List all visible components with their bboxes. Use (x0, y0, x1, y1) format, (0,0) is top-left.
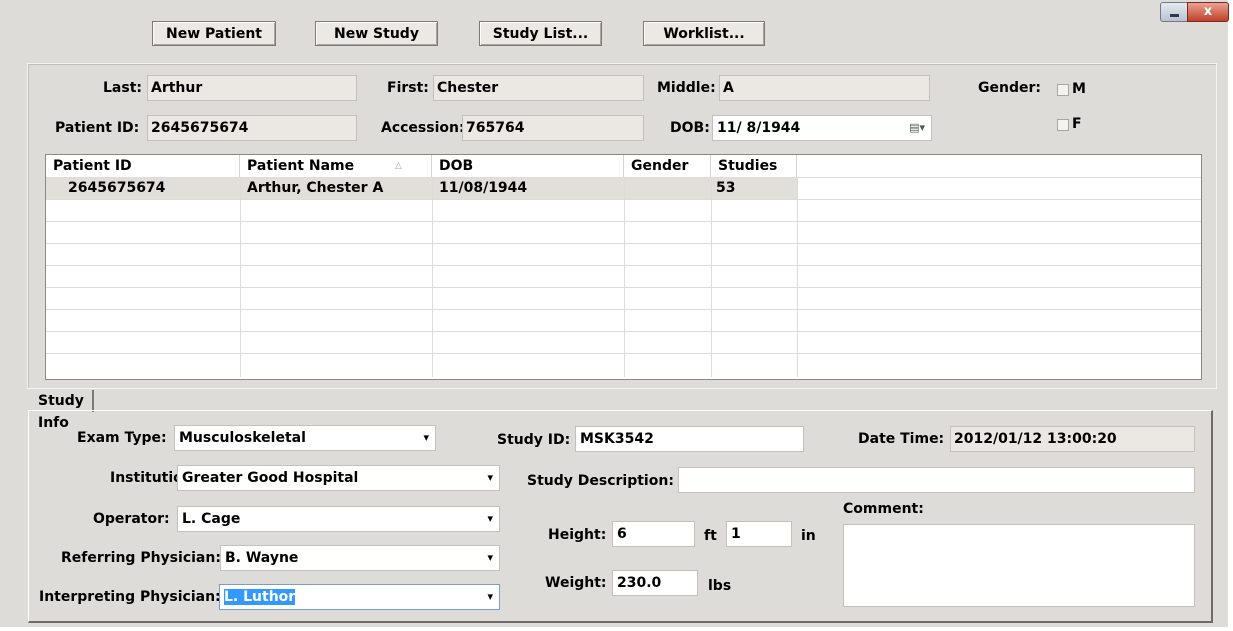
height-ft-field[interactable]: 6 (612, 521, 695, 547)
worklist-button[interactable]: Worklist... (643, 21, 765, 46)
column-divider (711, 177, 712, 377)
minimize-icon[interactable] (1160, 2, 1188, 22)
exam-type-select[interactable]: Musculoskeletal ▾ (174, 425, 436, 451)
chevron-down-icon: ▾ (487, 590, 493, 603)
tab-study-info[interactable]: Study Info (30, 390, 94, 431)
first-name-label: First: (387, 80, 429, 96)
in-label: in (801, 528, 816, 544)
accession-field[interactable]: 765764 (462, 115, 644, 141)
exam-type-value: Musculoskeletal (179, 430, 306, 446)
first-name-field[interactable]: Chester (433, 75, 644, 101)
lbs-label: lbs (708, 578, 732, 594)
comment-textarea[interactable] (843, 524, 1195, 607)
cell-dob: 11/08/1944 (439, 180, 528, 196)
gender-f-label: F (1072, 116, 1082, 132)
date-time-field[interactable]: 2012/01/12 13:00:20 (950, 426, 1195, 452)
last-name-label: Last: (103, 80, 142, 96)
cell-studies: 53 (716, 180, 736, 196)
col-header-patient-id[interactable]: Patient ID (46, 155, 240, 177)
column-divider (432, 177, 433, 377)
new-study-button[interactable]: New Study (315, 21, 438, 46)
sort-up-icon: △ (395, 161, 402, 171)
column-divider (240, 177, 241, 377)
ft-label: ft (704, 528, 717, 544)
interpreting-physician-value: L. Luthor (224, 589, 296, 605)
height-label: Height: (548, 527, 607, 543)
close-icon[interactable]: x (1187, 2, 1229, 22)
col-header-patient-name[interactable]: Patient Name △ (240, 155, 432, 177)
gender-f-checkbox[interactable] (1057, 119, 1069, 131)
calendar-dropdown-icon[interactable]: ▤▾ (909, 116, 925, 140)
gender-m-label: M (1072, 81, 1086, 97)
study-description-label: Study Description: (527, 473, 674, 489)
chevron-down-icon: ▾ (487, 512, 493, 525)
column-divider (797, 177, 798, 377)
weight-field[interactable]: 230.0 (612, 570, 698, 596)
col-header-studies[interactable]: Studies (711, 155, 797, 177)
referring-physician-label: Referring Physician: (61, 550, 221, 566)
dob-label: DOB: (670, 120, 710, 136)
chevron-down-icon: ▾ (487, 551, 493, 564)
new-patient-button[interactable]: New Patient (152, 21, 276, 46)
operator-value: L. Cage (182, 511, 241, 527)
referring-physician-value: B. Wayne (225, 550, 299, 566)
gender-label: Gender: (978, 80, 1041, 96)
dob-value: 11/ 8/1944 (717, 120, 801, 136)
patient-grid: Patient ID Patient Name △ DOB Gender Stud… (45, 154, 1202, 380)
study-description-field[interactable] (678, 467, 1195, 493)
study-list-button[interactable]: Study List... (479, 21, 602, 46)
app-window: New Patient New Study Study List... Work… (0, 0, 1229, 627)
study-id-label: Study ID: (497, 432, 571, 448)
patient-id-label: Patient ID: (55, 120, 140, 136)
column-divider (624, 177, 625, 377)
institution-value: Greater Good Hospital (182, 470, 359, 486)
exam-type-label: Exam Type: (77, 430, 167, 446)
grid-header: Patient ID Patient Name △ DOB Gender Stud… (46, 155, 1201, 177)
gender-m-checkbox[interactable] (1057, 84, 1069, 96)
referring-physician-select[interactable]: B. Wayne ▾ (220, 545, 500, 571)
weight-label: Weight: (545, 575, 607, 591)
date-time-label: Date Time: (858, 431, 945, 447)
last-name-field[interactable]: Arthur (147, 75, 357, 101)
col-header-gender[interactable]: Gender (624, 155, 711, 177)
middle-name-field[interactable]: A (719, 75, 930, 101)
interpreting-physician-label: Interpreting Physician: (39, 589, 221, 605)
operator-select[interactable]: L. Cage ▾ (177, 506, 500, 532)
cell-patient-name: Arthur, Chester A (247, 180, 384, 196)
accession-label: Accession: (381, 120, 465, 136)
chevron-down-icon: ▾ (487, 471, 493, 484)
middle-name-label: Middle: (657, 80, 716, 96)
dob-date-picker[interactable]: 11/ 8/1944 ▤▾ (712, 115, 932, 141)
comment-label: Comment: (843, 501, 924, 517)
institution-select[interactable]: Greater Good Hospital ▾ (177, 465, 500, 491)
height-in-field[interactable]: 1 (726, 521, 792, 547)
cell-patient-id: 2645675674 (68, 180, 166, 196)
operator-label: Operator: (93, 511, 170, 527)
chevron-down-icon: ▾ (423, 431, 429, 444)
patient-id-field[interactable]: 2645675674 (147, 115, 357, 141)
window-controls: x (1160, 2, 1229, 22)
study-id-field[interactable]: MSK3542 (575, 426, 804, 452)
col-header-patient-name-label: Patient Name (247, 158, 355, 174)
col-header-dob[interactable]: DOB (432, 155, 624, 177)
interpreting-physician-select[interactable]: L. Luthor ▾ (219, 584, 500, 610)
